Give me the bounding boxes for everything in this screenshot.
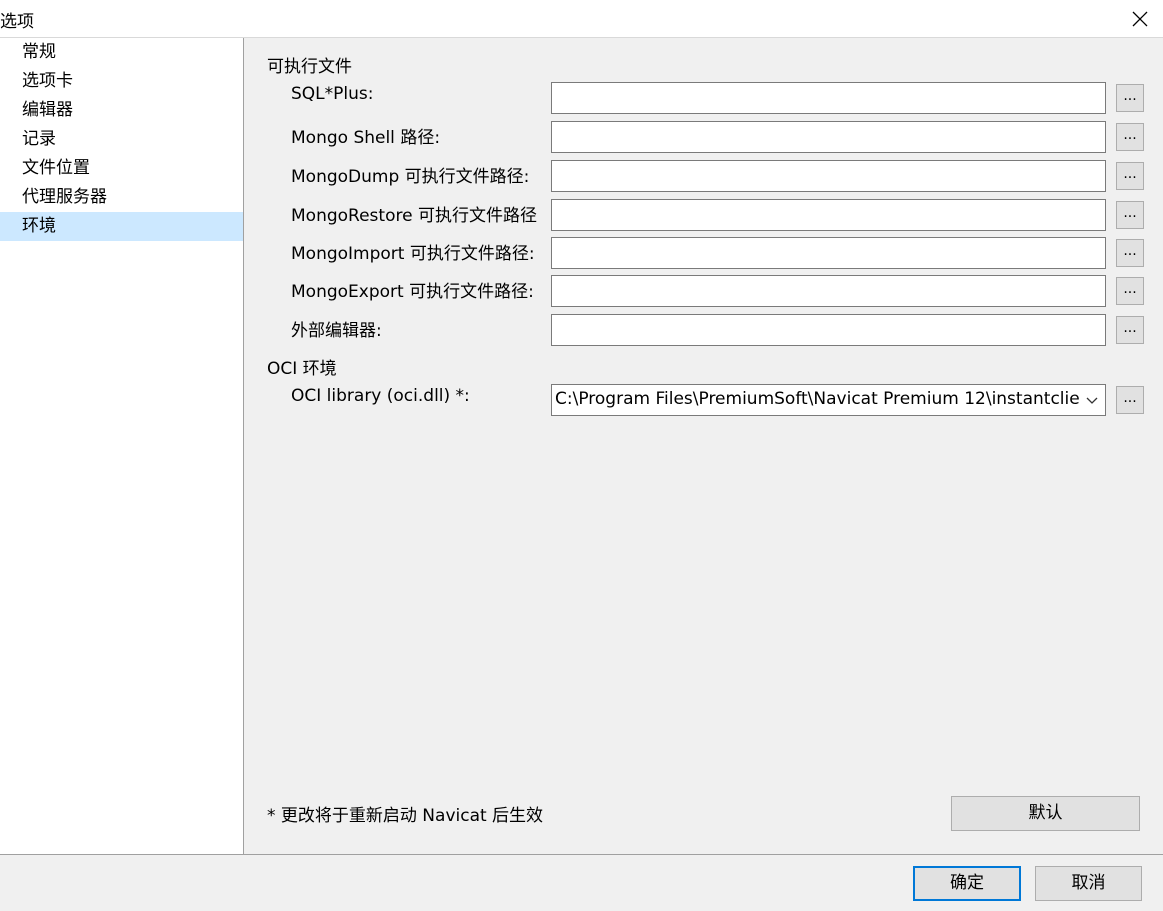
- sidebar-item-file-location[interactable]: 文件位置: [0, 154, 243, 183]
- close-button[interactable]: [1117, 0, 1163, 37]
- sidebar-item-label: 常规: [22, 42, 56, 62]
- sidebar-item-editor[interactable]: 编辑器: [0, 96, 243, 125]
- cancel-button[interactable]: 取消: [1035, 866, 1142, 901]
- mongoexport-browse-button[interactable]: ...: [1116, 277, 1144, 305]
- external-editor-path-input[interactable]: [551, 314, 1106, 346]
- external-editor-label: 外部编辑器:: [291, 321, 382, 341]
- sidebar-item-records[interactable]: 记录: [0, 125, 243, 154]
- environment-panel: 可执行文件 SQL*Plus: ... Mongo Shell 路径: ... …: [244, 38, 1163, 854]
- sqlplus-browse-button[interactable]: ...: [1116, 84, 1144, 112]
- restart-note: * 更改将于重新启动 Navicat 后生效: [267, 806, 544, 826]
- mongo-shell-browse-button[interactable]: ...: [1116, 123, 1144, 151]
- sidebar-item-environment[interactable]: 环境: [0, 212, 243, 241]
- mongorestore-label: MongoRestore 可执行文件路径: [291, 206, 537, 226]
- mongodump-browse-button[interactable]: ...: [1116, 162, 1144, 190]
- mongorestore-path-input[interactable]: [551, 199, 1106, 231]
- oci-library-label: OCI library (oci.dll) *:: [291, 386, 470, 406]
- mongo-shell-label: Mongo Shell 路径:: [291, 128, 441, 148]
- mongoexport-label: MongoExport 可执行文件路径:: [291, 282, 534, 302]
- mongorestore-browse-button[interactable]: ...: [1116, 201, 1144, 229]
- options-dialog: 选项 常规 选项卡 编辑器 记录 文件位置 代理服务器 环境 可执行文件 SQL…: [0, 0, 1163, 911]
- sidebar-item-proxy[interactable]: 代理服务器: [0, 183, 243, 212]
- oci-library-select[interactable]: C:\Program Files\PremiumSoft\Navicat Pre…: [551, 384, 1106, 416]
- window-title: 选项: [0, 12, 34, 32]
- mongo-shell-path-input[interactable]: [551, 121, 1106, 153]
- sidebar-item-general[interactable]: 常规: [0, 38, 243, 67]
- mongoexport-path-input[interactable]: [551, 275, 1106, 307]
- oci-section-label: OCI 环境: [267, 359, 337, 379]
- close-icon: [1132, 11, 1148, 26]
- external-editor-browse-button[interactable]: ...: [1116, 316, 1144, 344]
- sidebar-item-label: 选项卡: [22, 71, 73, 91]
- sidebar-item-label: 记录: [22, 129, 56, 149]
- sidebar-item-label: 代理服务器: [22, 187, 107, 207]
- dialog-footer: 确定 取消: [0, 854, 1163, 911]
- sidebar-item-label: 文件位置: [22, 158, 90, 178]
- sqlplus-label: SQL*Plus:: [291, 84, 374, 104]
- mongoimport-browse-button[interactable]: ...: [1116, 239, 1144, 267]
- title-bar: 选项: [0, 0, 1163, 38]
- sqlplus-path-input[interactable]: [551, 82, 1106, 114]
- executables-section-label: 可执行文件: [267, 57, 352, 77]
- chevron-down-icon: [1086, 397, 1098, 404]
- default-button[interactable]: 默认: [951, 796, 1140, 831]
- ok-button[interactable]: 确定: [913, 866, 1021, 901]
- sidebar-item-label: 环境: [22, 216, 56, 236]
- oci-library-value: C:\Program Files\PremiumSoft\Navicat Pre…: [555, 389, 1080, 409]
- oci-library-browse-button[interactable]: ...: [1116, 386, 1144, 414]
- category-sidebar: 常规 选项卡 编辑器 记录 文件位置 代理服务器 环境: [0, 38, 244, 854]
- mongoimport-label: MongoImport 可执行文件路径:: [291, 244, 535, 264]
- mongoimport-path-input[interactable]: [551, 237, 1106, 269]
- mongodump-path-input[interactable]: [551, 160, 1106, 192]
- sidebar-item-tabs[interactable]: 选项卡: [0, 67, 243, 96]
- sidebar-item-label: 编辑器: [22, 100, 73, 120]
- mongodump-label: MongoDump 可执行文件路径:: [291, 167, 530, 187]
